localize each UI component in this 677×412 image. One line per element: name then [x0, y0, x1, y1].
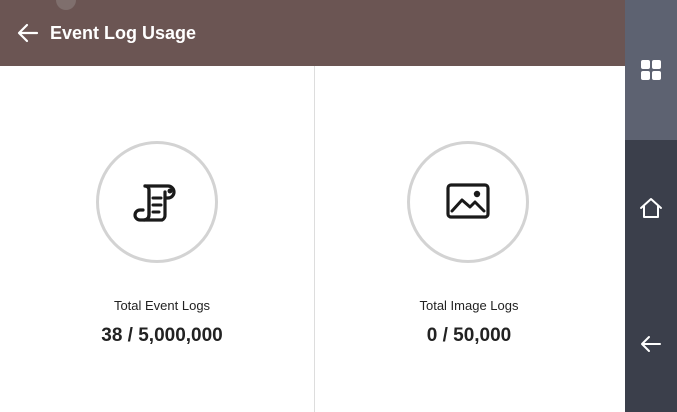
grid-menu-icon [641, 60, 661, 80]
image-logs-value: 0 / 50,000 [426, 325, 512, 346]
header-back-button[interactable] [0, 0, 56, 66]
image-logs-panel: Total Image Logs 0 / 50,000 [316, 66, 628, 412]
image-logs-icon-circle [407, 141, 529, 263]
scroll-document-icon [133, 184, 176, 222]
menu-button[interactable] [625, 0, 677, 140]
image-icon [446, 183, 490, 219]
image-logs-label: Total Image Logs [419, 298, 519, 313]
event-log-usage-screen: Event Log Usage Total Event Logs 38 / 5,… [0, 0, 677, 412]
side-navigation [625, 0, 677, 412]
page-title: Event Log Usage [50, 22, 197, 43]
content-area: Total Event Logs 38 / 5,000,000 Total Im… [0, 66, 625, 412]
event-logs-label: Total Event Logs [113, 298, 211, 313]
header-bar: Event Log Usage [0, 0, 625, 66]
home-icon [640, 198, 662, 218]
event-logs-value: 38 / 5,000,000 [101, 325, 223, 346]
status-indicator [56, 0, 76, 10]
event-logs-panel: Total Event Logs 38 / 5,000,000 [0, 66, 312, 412]
arrow-left-icon [17, 23, 39, 43]
nav-back-button[interactable] [625, 276, 677, 412]
panel-divider [314, 66, 315, 412]
event-logs-icon-circle [96, 141, 218, 263]
home-button[interactable] [625, 140, 677, 276]
back-arrow-icon [641, 336, 661, 352]
